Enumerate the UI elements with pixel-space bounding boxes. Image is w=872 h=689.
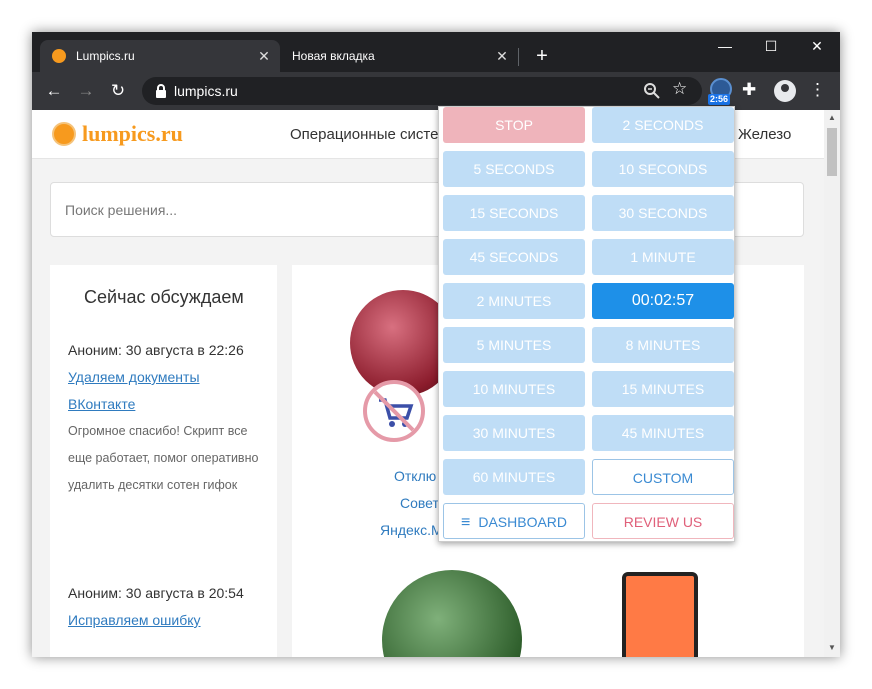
review-us-button[interactable]: REVIEW US bbox=[592, 503, 734, 539]
article-link[interactable]: Отклю bbox=[394, 468, 436, 484]
minimize-button[interactable]: — bbox=[702, 32, 748, 60]
article-image-globe-green[interactable] bbox=[382, 570, 522, 657]
close-window-button[interactable]: ✕ bbox=[794, 32, 840, 60]
15-seconds-button[interactable]: 15 SECONDS bbox=[443, 195, 585, 231]
comment-item: Аноним: 30 августа в 22:26 Удаляем докум… bbox=[68, 337, 264, 499]
article-link[interactable]: Яндекс.М bbox=[380, 522, 443, 538]
scroll-up-icon[interactable]: ▲ bbox=[828, 113, 836, 122]
5-minutes-button[interactable]: 5 MINUTES bbox=[443, 327, 585, 363]
tab-strip: Lumpics.ru ✕ Новая вкладка ✕ + — ☐ ✕ bbox=[32, 32, 840, 72]
timer-extension-button[interactable]: 2:56 bbox=[708, 78, 734, 106]
address-bar[interactable]: lumpics.ru ☆ bbox=[142, 77, 702, 105]
forward-button[interactable]: → bbox=[74, 79, 98, 103]
8-minutes-button[interactable]: 8 MINUTES bbox=[592, 327, 734, 363]
10-seconds-button[interactable]: 10 SECONDS bbox=[592, 151, 734, 187]
lower-cards bbox=[32, 542, 840, 657]
zoom-icon[interactable] bbox=[642, 81, 662, 101]
back-button[interactable]: ← bbox=[42, 79, 66, 103]
sidebar-title: Сейчас обсуждаем bbox=[84, 287, 244, 307]
1-minute-button[interactable]: 1 MINUTE bbox=[592, 239, 734, 275]
site-logo[interactable]: lumpics.ru bbox=[82, 121, 183, 147]
2-seconds-button[interactable]: 2 SECONDS bbox=[592, 107, 734, 143]
tab-new[interactable]: Новая вкладка ✕ bbox=[282, 40, 518, 72]
extensions-puzzle-icon[interactable]: ✚ bbox=[742, 80, 756, 100]
timer-display-button[interactable]: 00:02:57 bbox=[592, 283, 734, 319]
tab-close-icon[interactable]: ✕ bbox=[492, 48, 512, 65]
5-seconds-button[interactable]: 5 SECONDS bbox=[443, 151, 585, 187]
new-tab-button[interactable]: + bbox=[530, 44, 554, 68]
comment-text: Огромное спасибо! Скрипт все еще работае… bbox=[68, 424, 259, 492]
30-minutes-button[interactable]: 30 MINUTES bbox=[443, 415, 585, 451]
15-minutes-button[interactable]: 15 MINUTES bbox=[592, 371, 734, 407]
nav-item-os[interactable]: Операционные систе bbox=[290, 126, 438, 143]
tab-close-icon[interactable]: ✕ bbox=[254, 48, 274, 65]
45-seconds-button[interactable]: 45 SECONDS bbox=[443, 239, 585, 275]
45-minutes-button[interactable]: 45 MINUTES bbox=[592, 415, 734, 451]
30-seconds-button[interactable]: 30 SECONDS bbox=[592, 195, 734, 231]
search-placeholder: Поиск решения... bbox=[65, 202, 178, 218]
no-cart-icon bbox=[363, 380, 425, 442]
scroll-thumb[interactable] bbox=[827, 128, 837, 176]
custom-button[interactable]: CUSTOM bbox=[592, 459, 734, 495]
10-minutes-button[interactable]: 10 MINUTES bbox=[443, 371, 585, 407]
60-minutes-button[interactable]: 60 MINUTES bbox=[443, 459, 585, 495]
article-link[interactable]: Совет bbox=[400, 495, 439, 511]
logo-icon[interactable] bbox=[52, 122, 76, 146]
bookmark-star-icon[interactable]: ☆ bbox=[672, 79, 687, 99]
lock-icon bbox=[156, 84, 166, 98]
dashboard-button[interactable]: ≡ DASHBOARD bbox=[443, 503, 585, 539]
article-image-phone[interactable] bbox=[622, 572, 698, 657]
comment-author-time: Аноним: 30 августа в 22:26 bbox=[68, 342, 244, 358]
favicon-icon bbox=[52, 49, 66, 63]
tab-title: Новая вкладка bbox=[292, 49, 375, 63]
maximize-button[interactable]: ☐ bbox=[748, 32, 794, 60]
extension-badge: 2:56 bbox=[708, 94, 731, 105]
tab-separator bbox=[518, 48, 519, 66]
timer-popup: ≡ DASHBOARD REVIEW US STOP 2 SECONDS 5 SECO… bbox=[438, 106, 735, 542]
nav-item-hardware[interactable]: Железо bbox=[738, 126, 791, 143]
browser-toolbar: ← → ↻ lumpics.ru ☆ 2:56 ✚ ⋮ bbox=[32, 72, 840, 110]
cart-icon bbox=[373, 390, 415, 432]
url-text: lumpics.ru bbox=[174, 83, 238, 99]
account-icon[interactable] bbox=[774, 80, 796, 102]
browser-menu-icon[interactable]: ⋮ bbox=[809, 80, 826, 100]
2-minutes-button[interactable]: 2 MINUTES bbox=[443, 283, 585, 319]
tab-lumpics[interactable]: Lumpics.ru ✕ bbox=[40, 40, 280, 72]
comment-link[interactable]: Удаляем документы ВКонтакте bbox=[68, 364, 264, 418]
stop-button[interactable]: STOP bbox=[443, 107, 585, 143]
tab-title: Lumpics.ru bbox=[76, 49, 135, 63]
reload-button[interactable]: ↻ bbox=[106, 79, 130, 103]
menu-lines-icon: ≡ bbox=[460, 514, 471, 531]
dashboard-label: DASHBOARD bbox=[478, 514, 568, 530]
